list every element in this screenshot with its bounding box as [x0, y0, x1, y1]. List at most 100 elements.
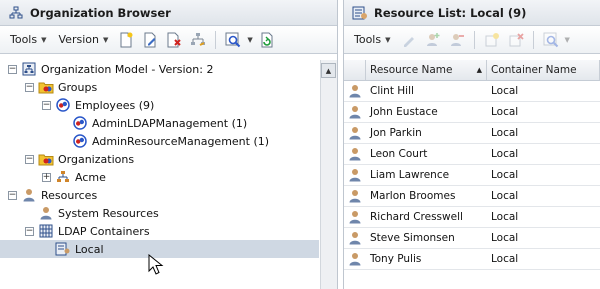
scroll-up-arrow-icon[interactable]: ▲ [321, 63, 336, 78]
collapse-icon[interactable]: − [42, 100, 51, 110]
folder-icon [38, 151, 54, 167]
version-menu[interactable]: Version ▼ [55, 31, 113, 48]
resource-list-toolbar: Tools ▼ ▼ [344, 26, 600, 54]
tree-node[interactable]: − Resources [0, 186, 319, 204]
tree-node-label: LDAP Containers [58, 224, 150, 238]
table-row[interactable]: Leon Court Local [344, 144, 600, 165]
toolbar-separator [215, 30, 217, 49]
edit-resource-button[interactable] [399, 30, 419, 50]
add-resource-button[interactable] [423, 30, 443, 50]
container-name-column-header[interactable]: Container Name [487, 60, 600, 80]
tree-node[interactable]: − Groups [0, 78, 319, 96]
group-icon [72, 115, 88, 131]
tree-vertical-scrollbar[interactable]: ▲ [320, 60, 337, 289]
person-icon [344, 102, 366, 122]
refresh-button[interactable] [257, 30, 277, 50]
tools-menu[interactable]: Tools ▼ [6, 31, 51, 48]
toolbar-separator [473, 30, 475, 49]
resource-search-button[interactable] [541, 30, 561, 50]
person-icon [344, 81, 366, 101]
tree-node[interactable]: System Resources [0, 204, 319, 222]
resource-name-cell: Marlon Broomes [370, 190, 456, 202]
toolbar-separator [532, 30, 534, 49]
resource-name-cell: Clint Hill [370, 85, 414, 97]
tree-node[interactable]: − Organizations [0, 150, 319, 168]
folder-icon [38, 79, 54, 95]
tree-node-label: System Resources [58, 206, 159, 220]
tree-node-label: Organization Model - Version: 2 [41, 62, 214, 76]
resource-list-title: Resource List: Local (9) [374, 5, 527, 20]
edit-resource-icon [403, 36, 414, 47]
delete-resource-button[interactable] [506, 30, 526, 50]
table-row[interactable]: Steve Simonsen Local [344, 228, 600, 249]
tree-node-label: Local [75, 242, 104, 256]
person-icon [344, 207, 366, 227]
resource-name-cell: Leon Court [370, 148, 428, 160]
dropdown-arrow-icon: ▼ [385, 35, 391, 44]
table-row[interactable]: Liam Lawrence Local [344, 165, 600, 186]
resource-table-header: Resource Name ▲ Container Name [344, 60, 600, 81]
table-row[interactable]: Marlon Broomes Local [344, 186, 600, 207]
container-name-cell: Local [491, 211, 519, 223]
delete-button[interactable] [164, 30, 184, 50]
container-name-cell: Local [491, 169, 519, 181]
search-dropdown-arrow-icon[interactable]: ▼ [247, 36, 252, 44]
ldap-container-icon [38, 223, 54, 239]
collapse-icon[interactable]: − [25, 226, 34, 236]
remove-resource-button[interactable] [447, 30, 467, 50]
organization-browser-toolbar: Tools ▼ Version ▼ ▼ [0, 26, 337, 54]
container-name-cell: Local [491, 127, 519, 139]
resource-tools-menu[interactable]: Tools ▼ [350, 31, 395, 48]
new-document-button[interactable] [116, 30, 136, 50]
search-icon [543, 32, 558, 47]
collapse-icon[interactable]: − [25, 82, 34, 92]
container-name-cell: Local [491, 190, 519, 202]
person-icon [38, 205, 54, 221]
table-row[interactable]: John Eustace Local [344, 102, 600, 123]
resource-name-column-header[interactable]: Resource Name ▲ [366, 60, 487, 80]
table-row[interactable]: Jon Parkin Local [344, 123, 600, 144]
tree-node[interactable]: − LDAP Containers [0, 222, 319, 240]
icon-column-header[interactable] [344, 60, 366, 80]
search-button[interactable] [223, 30, 243, 50]
resource-table-body: Clint Hill Local John Eustace Local Jon Park… [344, 81, 600, 270]
new-item-icon [485, 32, 499, 46]
table-row[interactable]: Tony Pulis Local [344, 249, 600, 270]
person-icon [344, 228, 366, 248]
search-dropdown-arrow-icon[interactable]: ▼ [565, 36, 570, 44]
tree-node[interactable]: AdminResourceManagement (1) [0, 132, 319, 150]
edit-document-button[interactable] [140, 30, 160, 50]
table-row[interactable]: Clint Hill Local [344, 81, 600, 102]
org-model-icon [21, 61, 37, 77]
move-org-button[interactable] [188, 30, 208, 50]
group-icon [72, 133, 88, 149]
resource-list-panel: Resource List: Local (9) Tools ▼ ▼ Resou… [343, 0, 600, 289]
tree-node-label: AdminLDAPManagement (1) [92, 116, 248, 130]
refresh-icon [261, 32, 273, 47]
resource-name-cell: Richard Cresswell [370, 211, 463, 223]
organization-browser-panel: Organization Browser Tools ▼ Version ▼ ▼ [0, 0, 338, 289]
collapse-icon[interactable]: − [8, 64, 17, 74]
tree-node[interactable]: − Employees (9) [0, 96, 319, 114]
expand-icon[interactable]: + [42, 172, 51, 182]
collapse-icon[interactable]: − [8, 190, 17, 200]
edit-icon [144, 32, 156, 47]
table-row[interactable]: Richard Cresswell Local [344, 207, 600, 228]
tree-node-label: Groups [58, 80, 98, 94]
dropdown-arrow-icon: ▼ [41, 35, 47, 44]
tree-node[interactable]: + Acme [0, 168, 319, 186]
org-chart-icon [8, 5, 24, 21]
group-icon [55, 97, 71, 113]
new-resource-button[interactable] [482, 30, 502, 50]
organization-browser-header: Organization Browser [0, 0, 337, 26]
resource-name-cell: Steve Simonsen [370, 232, 455, 244]
person-icon [344, 186, 366, 206]
resource-name-cell: Liam Lawrence [370, 169, 450, 181]
delete-icon [167, 32, 182, 47]
tree-node[interactable]: AdminLDAPManagement (1) [0, 114, 319, 132]
resource-name-cell: John Eustace [370, 106, 438, 118]
collapse-icon[interactable]: − [25, 154, 34, 164]
tree-node-label: Resources [41, 188, 98, 202]
tree-node[interactable]: − Organization Model - Version: 2 [0, 60, 319, 78]
mouse-pointer-icon [148, 254, 164, 275]
